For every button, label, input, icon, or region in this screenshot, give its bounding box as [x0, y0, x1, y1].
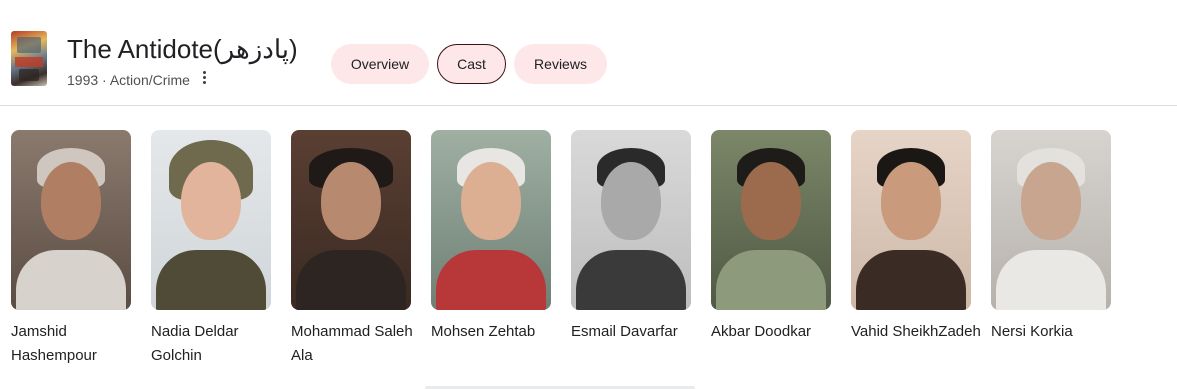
cast-photo — [711, 130, 831, 310]
cast-name: Mohsen Zehtab — [431, 323, 536, 340]
tab-cast[interactable]: Cast — [437, 44, 506, 84]
cast-photo — [151, 130, 271, 310]
cast-name: Jamshid Hashempour — [11, 323, 97, 364]
cast-name: Vahid SheikhZadeh — [851, 323, 981, 340]
tab-reviews[interactable]: Reviews — [514, 44, 607, 84]
cast-photo — [431, 130, 551, 310]
more-options-icon[interactable] — [197, 68, 213, 88]
cast-name: Esmail Davarfar — [571, 323, 678, 340]
cast-name: Nadia Deldar Golchin — [151, 323, 239, 364]
cast-name: Mohammad Saleh Ala — [291, 323, 413, 364]
tab-overview[interactable]: Overview — [331, 44, 429, 84]
cast-name: Akbar Doodkar — [711, 323, 812, 340]
movie-subtitle: 1993 · Action/Crime — [67, 72, 190, 88]
horizontal-scrollbar[interactable] — [425, 386, 695, 389]
knowledge-panel-header: The Antidote(پادزهر) 1993 · Action/Crime… — [0, 0, 1177, 106]
cast-photo — [571, 130, 691, 310]
movie-title: The Antidote(پادزهر) — [67, 34, 298, 64]
movie-poster-thumbnail[interactable] — [11, 31, 47, 86]
cast-photo — [11, 130, 131, 310]
cast-photo — [851, 130, 971, 310]
cast-photo — [991, 130, 1111, 310]
cast-photo — [291, 130, 411, 310]
cast-name: Nersi Korkia — [991, 323, 1073, 340]
